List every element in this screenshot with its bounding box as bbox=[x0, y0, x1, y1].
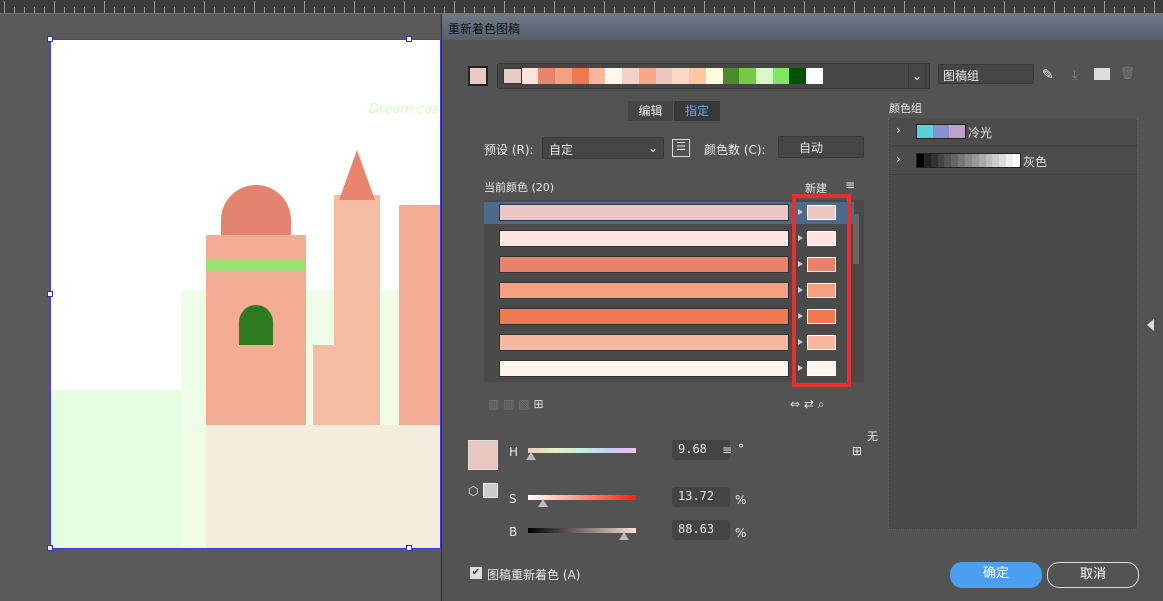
palette-swatch[interactable] bbox=[772, 68, 790, 84]
b-label: B bbox=[509, 525, 518, 539]
menu-icon[interactable]: ≡ bbox=[845, 178, 855, 192]
collapse-panel-icon[interactable] bbox=[1147, 319, 1154, 331]
h-unit: ° bbox=[738, 442, 744, 456]
hamburger-icon[interactable]: ≡ bbox=[722, 443, 732, 457]
palette-swatch[interactable] bbox=[722, 68, 740, 84]
s-input[interactable]: 13.72 bbox=[672, 487, 730, 507]
palette-swatch[interactable] bbox=[555, 68, 572, 84]
web-safe-swatch[interactable] bbox=[483, 483, 498, 498]
folder-icon[interactable] bbox=[1094, 68, 1110, 80]
palette-swatch[interactable] bbox=[655, 68, 673, 84]
scrollbar[interactable] bbox=[853, 214, 859, 264]
ruler bbox=[0, 0, 1163, 14]
current-color-row[interactable] bbox=[499, 360, 789, 377]
current-colors-label: 当前颜色 (20) bbox=[484, 181, 555, 194]
palette-swatch[interactable] bbox=[705, 68, 723, 84]
preset-value: 自定 bbox=[549, 143, 574, 157]
selected-color-swatch[interactable] bbox=[468, 66, 488, 86]
preset-options-icon[interactable]: ☰ bbox=[672, 139, 690, 157]
active-color-swatch[interactable] bbox=[468, 440, 498, 470]
colors-count-label: 颜色数 (C): bbox=[704, 143, 766, 157]
artwork-group-field[interactable]: 图稿组 bbox=[938, 64, 1034, 84]
palette-swatch[interactable] bbox=[806, 68, 823, 84]
slider-thumb[interactable] bbox=[525, 452, 536, 460]
color-groups-label: 颜色组 bbox=[889, 102, 922, 115]
palette-swatch[interactable] bbox=[672, 68, 690, 84]
palette-swatch[interactable] bbox=[622, 68, 639, 84]
b-unit: % bbox=[735, 526, 747, 540]
slider-thumb[interactable] bbox=[537, 499, 548, 507]
current-color-row[interactable] bbox=[499, 204, 789, 221]
group-name: 灰色 bbox=[1023, 155, 1048, 169]
recolor-artwork-dialog: 重新着色图稿 ⌄ 图稿组 ✎ ⤓ 🗑 编辑 指定 预设 (R): 自定 ⌄ ☰ 颜… bbox=[441, 14, 1163, 601]
ok-button[interactable]: 确定 bbox=[950, 562, 1042, 588]
new-colors-highlight bbox=[792, 194, 851, 387]
color-row-tools[interactable]: ▥ ▥ ▧ ⊞ bbox=[488, 397, 544, 411]
palette-dropdown[interactable]: ⌄ bbox=[908, 63, 926, 89]
current-color-row[interactable] bbox=[499, 256, 789, 273]
s-unit: % bbox=[735, 493, 747, 507]
h-slider[interactable] bbox=[528, 448, 636, 453]
palette-swatch[interactable] bbox=[756, 68, 773, 84]
cancel-button[interactable]: 取消 bbox=[1047, 562, 1139, 588]
artwork[interactable]: Dream cas bbox=[50, 39, 441, 549]
palette-swatch[interactable] bbox=[538, 68, 556, 84]
color-group[interactable]: › 冷光 bbox=[890, 118, 1137, 146]
color-grid-icon[interactable]: ⊞ bbox=[852, 444, 862, 458]
eyedropper-icon[interactable]: ✎ bbox=[1042, 67, 1054, 83]
gamut-icon: ⬡ bbox=[468, 484, 479, 498]
current-color-row[interactable] bbox=[499, 334, 789, 351]
current-color-row[interactable] bbox=[499, 282, 789, 299]
watermark-text: Dream cas bbox=[369, 102, 440, 117]
current-color-row[interactable] bbox=[499, 308, 789, 325]
b-input[interactable]: 88.63 bbox=[672, 520, 730, 540]
group-name: 冷光 bbox=[968, 126, 993, 140]
artboard-area: Dream cas bbox=[0, 14, 441, 601]
colors-count-select[interactable]: 自动 bbox=[778, 136, 864, 158]
s-label: S bbox=[509, 492, 517, 506]
colors-count-value: 自动 bbox=[799, 141, 824, 155]
preset-label: 预设 (R): bbox=[484, 143, 534, 157]
palette-swatch[interactable] bbox=[739, 68, 757, 84]
h-label: H bbox=[509, 445, 519, 459]
palette-swatch[interactable] bbox=[521, 68, 539, 84]
palette-swatch[interactable] bbox=[503, 68, 522, 84]
palette-swatch[interactable] bbox=[638, 68, 656, 84]
expand-icon[interactable]: › bbox=[896, 123, 901, 137]
save-group-icon[interactable]: ⤓ bbox=[1072, 68, 1077, 83]
recolor-checkbox-label[interactable]: 图稿重新着色 (A) bbox=[487, 566, 580, 583]
slider-thumb[interactable] bbox=[618, 532, 629, 540]
none-label: 无 bbox=[867, 430, 878, 443]
trash-icon[interactable]: 🗑 bbox=[1120, 66, 1135, 80]
group-swatches bbox=[916, 153, 1021, 168]
preset-select[interactable]: 自定 ⌄ bbox=[542, 137, 664, 159]
color-group[interactable]: › 灰色 bbox=[890, 147, 1137, 175]
palette-swatch[interactable] bbox=[571, 68, 589, 84]
dialog-title: 重新着色图稿 bbox=[442, 14, 1163, 40]
palette-strip[interactable] bbox=[497, 63, 930, 89]
palette-swatch[interactable] bbox=[689, 68, 706, 84]
palette-swatch[interactable] bbox=[588, 68, 606, 84]
palette-swatch[interactable] bbox=[789, 68, 807, 84]
group-swatches bbox=[916, 124, 966, 139]
row-action-icons[interactable]: ⇔ ⇄ ⌕ bbox=[790, 397, 824, 412]
tab-assign[interactable]: 指定 bbox=[674, 101, 720, 121]
palette-swatch[interactable] bbox=[605, 68, 623, 84]
expand-icon[interactable]: › bbox=[896, 152, 901, 166]
recolor-checkbox[interactable]: ✔ bbox=[470, 567, 482, 579]
tab-edit[interactable]: 编辑 bbox=[628, 101, 673, 121]
current-color-row[interactable] bbox=[499, 230, 789, 247]
